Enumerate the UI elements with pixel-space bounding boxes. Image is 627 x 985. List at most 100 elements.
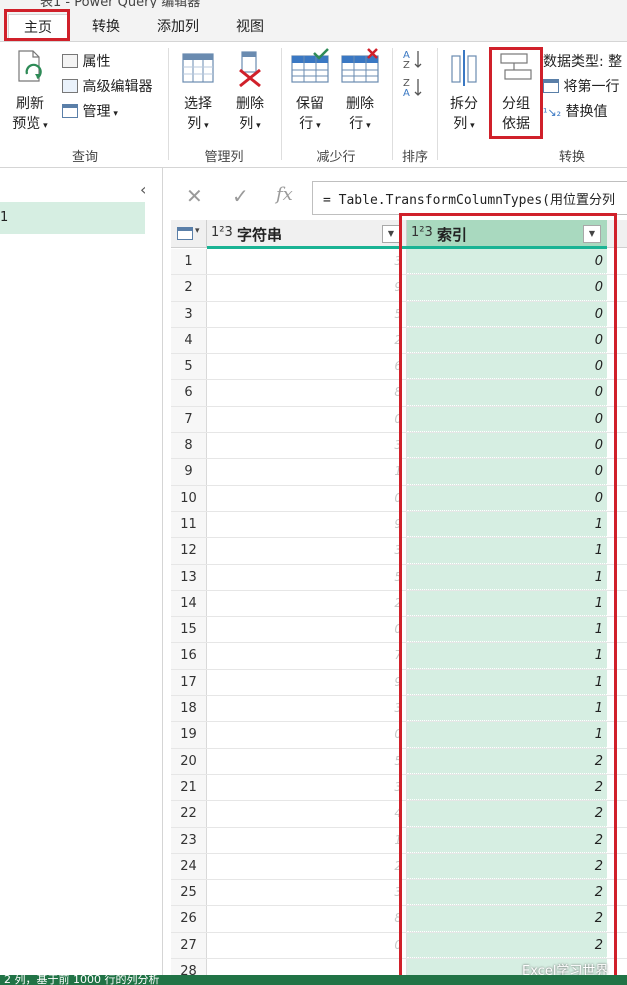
cell-index[interactable]: 1 bbox=[407, 511, 607, 538]
cell-string[interactable]: 7 bbox=[207, 643, 407, 669]
row-number[interactable]: 23 bbox=[171, 827, 207, 853]
cell-index[interactable]: 2 bbox=[407, 774, 607, 801]
table-row[interactable]: 14 2 1 bbox=[171, 590, 627, 618]
table-row[interactable]: 27 0 2 bbox=[171, 932, 627, 960]
table-row[interactable]: 21 3 2 bbox=[171, 774, 627, 802]
row-number[interactable]: 6 bbox=[171, 380, 207, 406]
cell-string[interactable]: 0 bbox=[207, 932, 407, 959]
table-row[interactable]: 4 2 0 bbox=[171, 327, 627, 355]
group-by-button[interactable]: 分组 依据 bbox=[494, 48, 538, 134]
cell-index[interactable]: 0 bbox=[407, 485, 607, 511]
cell-index[interactable]: 2 bbox=[407, 748, 607, 774]
column-header-string[interactable]: 1²3 字符串 ▼ bbox=[207, 220, 407, 248]
cell-string[interactable]: 9 bbox=[207, 511, 407, 538]
row-number[interactable]: 18 bbox=[171, 696, 207, 722]
row-number[interactable]: 8 bbox=[171, 433, 207, 459]
cell-index[interactable]: 1 bbox=[407, 590, 607, 617]
row-number[interactable]: 12 bbox=[171, 538, 207, 564]
table-row[interactable]: 5 6 0 bbox=[171, 354, 627, 381]
row-number[interactable]: 14 bbox=[171, 590, 207, 617]
table-row[interactable]: 15 0 1 bbox=[171, 617, 627, 644]
cell-index[interactable]: 0 bbox=[407, 354, 607, 380]
table-row[interactable]: 22 4 2 bbox=[171, 801, 627, 828]
row-number[interactable]: 3 bbox=[171, 301, 207, 327]
cell-index[interactable]: 0 bbox=[407, 301, 607, 327]
table-row[interactable]: 1 3 0 bbox=[171, 249, 627, 276]
row-number[interactable]: 19 bbox=[171, 722, 207, 748]
cell-index[interactable]: 0 bbox=[407, 459, 607, 485]
table-row[interactable]: 17 9 1 bbox=[171, 669, 627, 697]
cell-string[interactable]: 5 bbox=[207, 748, 407, 774]
cell-string[interactable]: 3 bbox=[207, 249, 407, 275]
cell-string[interactable]: 0 bbox=[207, 722, 407, 748]
table-row[interactable]: 23 1 2 bbox=[171, 827, 627, 854]
table-row[interactable]: 8 3 0 bbox=[171, 433, 627, 460]
keep-rows-button[interactable]: 保留 行 ▾ bbox=[288, 48, 332, 136]
row-number[interactable]: 26 bbox=[171, 906, 207, 932]
table-row[interactable]: 26 8 2 bbox=[171, 906, 627, 933]
cancel-formula-icon[interactable]: ✕ bbox=[186, 184, 203, 208]
tab-transform[interactable]: 转换 bbox=[76, 14, 136, 40]
cell-index[interactable]: 0 bbox=[407, 406, 607, 433]
cell-string[interactable]: 9 bbox=[207, 669, 407, 696]
table-menu-button[interactable]: ▾ bbox=[171, 220, 207, 248]
table-row[interactable]: 13 5 1 bbox=[171, 564, 627, 591]
cell-index[interactable]: 0 bbox=[407, 433, 607, 459]
row-number[interactable]: 5 bbox=[171, 354, 207, 380]
row-number[interactable]: 10 bbox=[171, 485, 207, 511]
row-number[interactable]: 20 bbox=[171, 748, 207, 774]
table-row[interactable]: 9 1 0 bbox=[171, 459, 627, 486]
collapse-pane-chevron-icon[interactable]: ‹ bbox=[140, 180, 146, 199]
remove-columns-button[interactable]: 删除 列 ▾ bbox=[228, 48, 272, 136]
column-type-icon[interactable]: 1²3 bbox=[211, 225, 233, 240]
commit-formula-icon[interactable]: ✓ bbox=[232, 184, 249, 208]
data-type-dropdown[interactable]: 数据类型: 整 bbox=[543, 52, 622, 72]
row-number[interactable]: 13 bbox=[171, 564, 207, 590]
cell-string[interactable]: 3 bbox=[207, 880, 407, 906]
cell-index[interactable]: 2 bbox=[407, 827, 607, 853]
cell-index[interactable]: 2 bbox=[407, 906, 607, 932]
replace-values-button[interactable]: ¹↘₂ 替换值 bbox=[543, 102, 608, 122]
cell-string[interactable]: 2 bbox=[207, 853, 407, 880]
cell-index[interactable]: 1 bbox=[407, 643, 607, 669]
table-row[interactable]: 20 5 2 bbox=[171, 748, 627, 775]
cell-index[interactable]: 0 bbox=[407, 249, 607, 275]
cell-string[interactable]: 3 bbox=[207, 433, 407, 459]
query-list-item[interactable]: 表1 bbox=[0, 202, 145, 234]
row-number[interactable]: 4 bbox=[171, 327, 207, 354]
cell-string[interactable]: 3 bbox=[207, 538, 407, 564]
cell-string[interactable]: 1 bbox=[207, 459, 407, 485]
cell-index[interactable]: 2 bbox=[407, 880, 607, 906]
table-row[interactable]: 25 3 2 bbox=[171, 880, 627, 907]
cell-string[interactable]: 2 bbox=[207, 327, 407, 354]
row-number[interactable]: 16 bbox=[171, 643, 207, 669]
cell-index[interactable]: 0 bbox=[407, 275, 607, 301]
tab-add-column[interactable]: 添加列 bbox=[146, 14, 210, 40]
table-row[interactable]: 2 9 0 bbox=[171, 275, 627, 302]
use-first-row-as-headers-button[interactable]: 将第一行 bbox=[543, 77, 619, 97]
cell-index[interactable]: 2 bbox=[407, 932, 607, 959]
row-number[interactable]: 17 bbox=[171, 669, 207, 696]
sort-descending-button[interactable]: Z A bbox=[402, 76, 424, 100]
cell-index[interactable]: 0 bbox=[407, 380, 607, 406]
cell-string[interactable]: 6 bbox=[207, 354, 407, 380]
advanced-editor-button[interactable]: 高级编辑器 bbox=[62, 77, 152, 97]
cell-index[interactable]: 1 bbox=[407, 696, 607, 722]
sort-ascending-button[interactable]: A Z bbox=[402, 48, 424, 72]
cell-index[interactable]: 1 bbox=[407, 564, 607, 590]
cell-index[interactable]: 2 bbox=[407, 853, 607, 880]
fx-icon[interactable]: fx bbox=[276, 184, 293, 205]
row-number[interactable]: 21 bbox=[171, 774, 207, 801]
table-row[interactable]: 7 0 0 bbox=[171, 406, 627, 434]
table-row[interactable]: 24 2 2 bbox=[171, 853, 627, 881]
table-row[interactable]: 18 3 1 bbox=[171, 696, 627, 723]
remove-rows-button[interactable]: 删除 行 ▾ bbox=[338, 48, 382, 136]
row-number[interactable]: 1 bbox=[171, 249, 207, 275]
table-row[interactable]: 12 3 1 bbox=[171, 538, 627, 565]
row-number[interactable]: 24 bbox=[171, 853, 207, 880]
cell-string[interactable]: 8 bbox=[207, 906, 407, 932]
row-number[interactable]: 25 bbox=[171, 880, 207, 906]
cell-index[interactable]: 0 bbox=[407, 327, 607, 354]
cell-string[interactable]: 5 bbox=[207, 564, 407, 590]
table-row[interactable]: 19 0 1 bbox=[171, 722, 627, 749]
